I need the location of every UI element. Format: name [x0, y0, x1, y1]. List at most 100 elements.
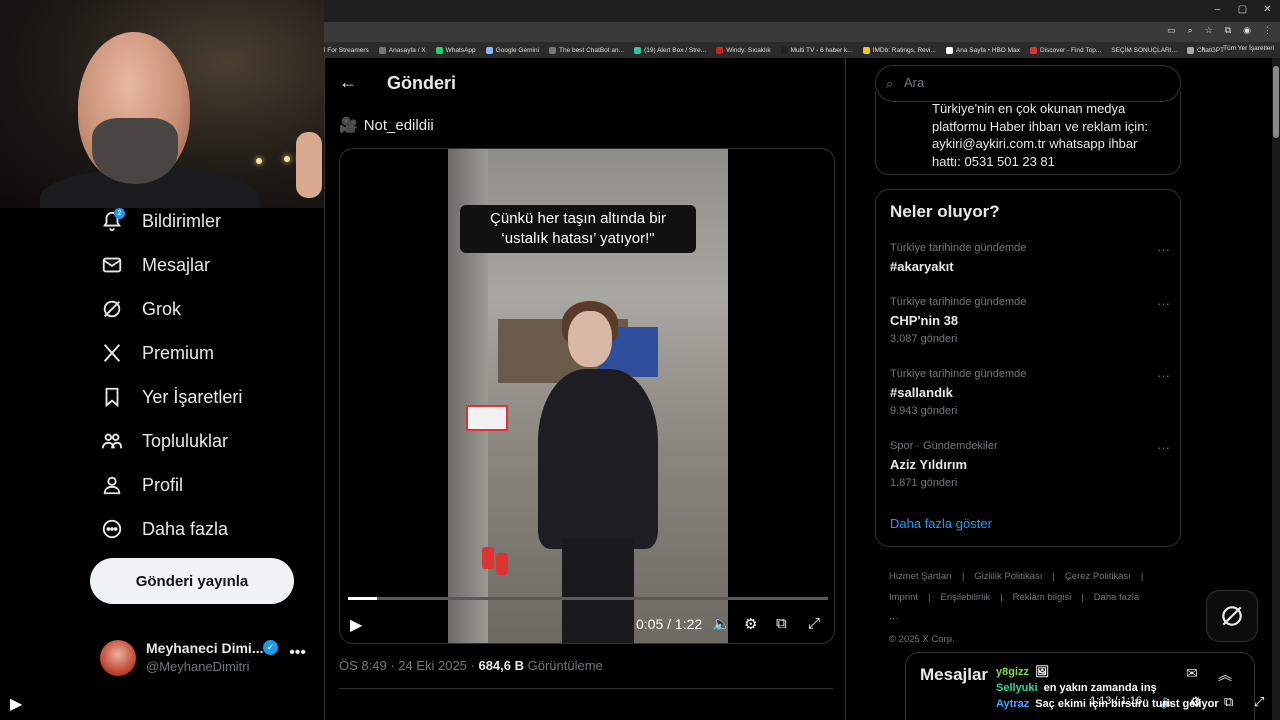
window-controls: – ▢ ✕ [1205, 0, 1280, 22]
grok-button[interactable] [1206, 590, 1258, 642]
trend-category: Türkiye tarihinde gündemde [890, 242, 1027, 254]
bookmark-item[interactable]: Ana Sayfa • HBO Max [945, 46, 1020, 54]
bookmark-item[interactable]: WhatsApp [435, 46, 476, 54]
browser-tab-strip: – ▢ ✕ [324, 0, 1280, 22]
chat-text: Saç ekimi için birsürü turist geliyor [1035, 698, 1219, 710]
nav-item-messages[interactable]: Mesajlar [100, 249, 210, 281]
nav-item-grok[interactable]: Grok [100, 293, 181, 325]
more-options-icon[interactable]: ··· [1157, 440, 1170, 455]
more-options-icon[interactable]: ··· [1157, 242, 1170, 257]
video-player[interactable]: Çünkü her taşın altında bir ‘ustalık hat… [339, 148, 835, 644]
trend-item[interactable]: Türkiye tarihinde gündemde #akaryakıt ··… [890, 242, 1170, 274]
video-subtitle: Çünkü her taşın altında bir ‘ustalık hat… [460, 205, 696, 253]
post-button[interactable]: Gönderi yayınla [90, 558, 294, 604]
cast-icon[interactable]: ▭ [1167, 25, 1176, 36]
notification-badge: 2 [114, 208, 125, 219]
bookmark-item[interactable]: Discover - Find Top... [1029, 46, 1101, 54]
show-more-link[interactable]: Daha fazla göster [890, 516, 992, 531]
page-scrollbar[interactable] [1272, 58, 1280, 720]
settings-gear-icon[interactable]: ⚙ [744, 615, 757, 633]
nav-item-more[interactable]: Daha fazla [100, 513, 228, 545]
close-window-button[interactable]: ✕ [1255, 0, 1280, 22]
nav-item-bookmarks[interactable]: Yer İşaretleri [100, 381, 242, 413]
page-title: Gönderi [387, 73, 457, 93]
footer-link[interactable]: Hizmet Şartları [889, 571, 952, 582]
trend-category: Spor · Gündemdekiler [890, 440, 998, 452]
trend-topic: #akaryakıt [890, 259, 954, 274]
stream-chat-overlay: y8gizz 🖼 Sellyuki en yakın zamanda inş A… [996, 664, 1276, 712]
bookmark-label: Anasayfa / X [388, 46, 426, 54]
more-options-icon[interactable]: ••• [289, 644, 306, 662]
bookmark-item[interactable]: IMDb: Ratings, Revi... [862, 46, 936, 54]
play-icon[interactable]: ▶ [10, 694, 22, 714]
video-person [538, 299, 658, 643]
maximize-button[interactable]: ▢ [1230, 0, 1255, 22]
all-bookmarks-folder[interactable]: Tüm Yer İşaretleri [1223, 45, 1274, 52]
main-column: ← Gönderi 🎥 Not_edildii Çünkü her taşın … [324, 58, 846, 720]
bookmark-item[interactable]: SEÇİM SONUÇLARI... [1111, 47, 1177, 54]
nav-item-profile[interactable]: Profil [100, 469, 183, 501]
volume-icon[interactable]: 🔈 [712, 615, 731, 633]
picture-in-picture-icon[interactable]: ⧉ [776, 615, 787, 632]
more-options-icon[interactable]: ··· [1157, 296, 1170, 311]
footer-link[interactable]: Imprint [889, 592, 918, 603]
extensions-icon[interactable]: ⧉ [1225, 25, 1231, 36]
bookmark-item[interactable]: (19) Alert Box / Stre... [634, 46, 707, 54]
trend-item[interactable]: Spor · Gündemdekiler Aziz Yıldırım 1.871… [890, 440, 1170, 489]
footer-separator: | [1140, 571, 1144, 582]
nav-label: Yer İşaretleri [142, 386, 243, 407]
bookmark-item[interactable]: Google Gemini [485, 46, 539, 54]
bio-line: aykiri@aykiri.com.tr whatsapp ihbar [932, 136, 1138, 151]
scrollbar-thumb[interactable] [1273, 66, 1279, 138]
more-options-icon[interactable]: ··· [1157, 368, 1170, 383]
search-input[interactable] [904, 75, 1164, 90]
chatgpt-icon [1186, 46, 1194, 54]
zoom-icon[interactable]: ⌕ [1188, 25, 1193, 36]
trend-item[interactable]: Türkiye tarihinde gündemde #sallandık 9.… [890, 368, 1170, 417]
bookmarks-overflow-button[interactable]: » [1201, 45, 1205, 52]
nav-item-premium[interactable]: Premium [100, 337, 214, 369]
account-switcher[interactable]: Meyhaneci Dimi... ✓ @MeyhaneDimitri ••• [100, 636, 314, 680]
video-person-face [568, 311, 612, 367]
browser-toolbar: ▭ ⌕ ☆ ⧉ ◉ ⋮ [324, 22, 1280, 42]
footer-link[interactable]: Çerez Politikası [1065, 571, 1131, 582]
nav-label: Mesajlar [142, 254, 211, 275]
menu-icon[interactable]: ⋮ [1263, 25, 1272, 36]
profile-icon[interactable]: ◉ [1243, 25, 1251, 36]
trend-category: Türkiye tarihinde gündemde [890, 296, 1027, 308]
footer-separator: | [1000, 592, 1003, 603]
bio-line: Türkiye'nin en çok okunan medya [932, 101, 1126, 116]
video-time: 0:05 / 1:22 [636, 616, 703, 632]
play-icon[interactable]: ▶ [350, 615, 362, 635]
footer-link[interactable]: Erişilebilirlik [941, 592, 991, 603]
webcam-overlay [0, 0, 324, 208]
whatsapp-icon [435, 46, 443, 54]
fullscreen-icon[interactable]: ⤢ [808, 615, 820, 632]
bookmark-item[interactable]: Multi TV - 6 haber k... [780, 46, 853, 54]
trend-item[interactable]: Türkiye tarihinde gündemde CHP'nin 38 3.… [890, 296, 1170, 345]
bookmark-label: (19) Alert Box / Stre... [644, 46, 707, 54]
chat-username: Sellyuki [996, 682, 1038, 694]
back-arrow-icon[interactable]: ← [339, 72, 357, 93]
bookmark-item[interactable]: l For Streamers [324, 47, 369, 54]
bookmark-item[interactable]: Anasayfa / X [378, 46, 426, 54]
grok-icon [1222, 606, 1242, 626]
bokeh-light [256, 158, 262, 164]
trend-count: 3.087 gönderi [890, 333, 958, 345]
footer-separator: | [1052, 571, 1055, 582]
bookmark-icon [100, 385, 124, 409]
post-text: Not_edildii [363, 116, 434, 134]
bookmark-item[interactable]: The best ChatBot an... [549, 46, 624, 54]
bio-text: Türkiye'nin en çok okunan medya platform… [932, 100, 1180, 170]
star-icon[interactable]: ☆ [1205, 25, 1213, 36]
minimize-button[interactable]: – [1205, 0, 1230, 22]
chat-text: 🖼 [1035, 666, 1049, 678]
nav-item-communities[interactable]: Topluluklar [100, 425, 228, 457]
footer-link[interactable]: Gizlilik Politikası [974, 571, 1042, 582]
video-progress-bar[interactable] [348, 597, 828, 600]
webcam-person-beard [92, 118, 178, 184]
camera-emoji-icon: 🎥 [339, 117, 358, 134]
footer-link[interactable]: Reklam bilgisi [1013, 592, 1072, 603]
post-timestamp[interactable]: ÖS 8:49 · 24 Eki 2025 · [339, 658, 478, 673]
bookmark-item[interactable]: Windy: Sıcaklık [716, 46, 771, 54]
